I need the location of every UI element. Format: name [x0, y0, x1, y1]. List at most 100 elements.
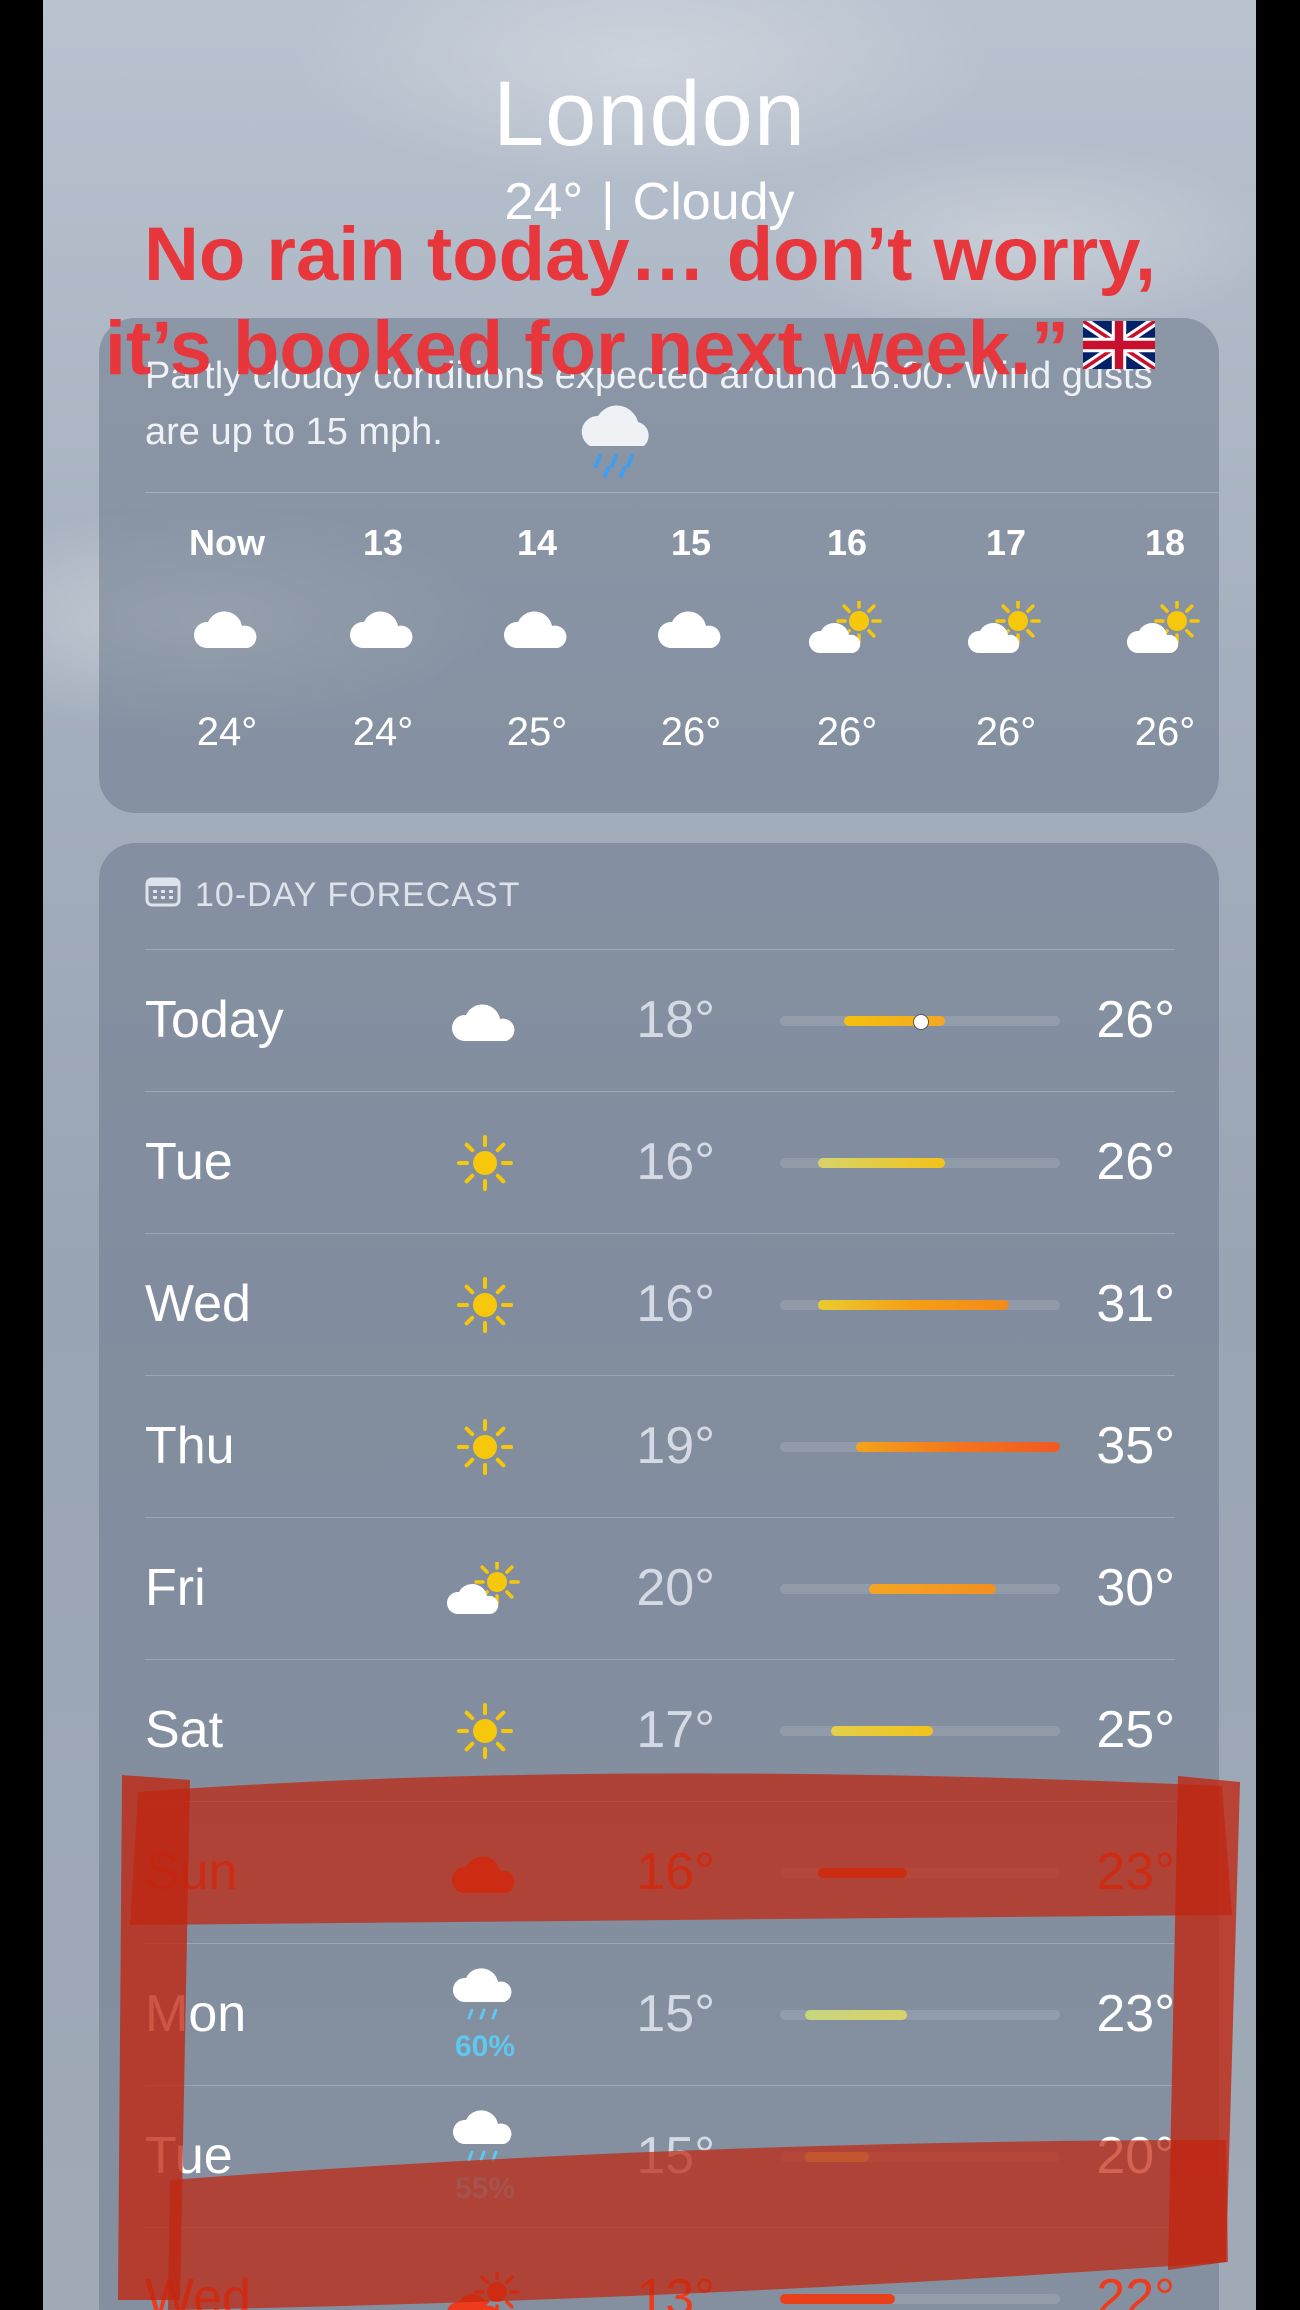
hourly-item: 17 26° — [941, 518, 1071, 755]
cloud-icon — [162, 568, 292, 688]
forecast-row[interactable]: Thu 19° 35° — [145, 1375, 1175, 1517]
temp-range-bar — [780, 2010, 1060, 2020]
low-temp: 17° — [636, 1701, 715, 1759]
temp-range-fill — [843, 1016, 946, 1026]
temp-range-fill — [805, 2010, 908, 2020]
partly-sunny-icon — [1100, 568, 1230, 688]
temp-range-fill — [780, 2294, 895, 2304]
forecast-day: Fri — [145, 1559, 206, 1617]
hour-temp: 24° — [352, 710, 414, 754]
sun-icon — [425, 1376, 545, 1517]
temp-range-fill — [869, 1584, 997, 1594]
sun-icon — [425, 1660, 545, 1801]
low-temp: 15° — [636, 1985, 715, 2043]
temp-range-bar — [780, 1442, 1060, 1452]
temp-range-bar — [780, 1726, 1060, 1736]
high-temp: 20° — [1096, 2127, 1175, 2185]
temp-range-bar — [780, 1300, 1060, 1310]
cloud-icon — [425, 1802, 545, 1943]
low-temp: 16° — [636, 1275, 715, 1333]
partly-sunny-icon — [782, 568, 912, 688]
hourly-item: 18 26° — [1100, 518, 1230, 755]
forecast-row[interactable]: Fri 20° 30° — [145, 1517, 1175, 1659]
temp-range-fill — [818, 1300, 1010, 1310]
low-temp: 16° — [636, 1133, 715, 1191]
forecast-row[interactable]: Wed 13° 22° — [145, 2227, 1175, 2310]
forecast-row[interactable]: Today 18° 26° — [145, 949, 1175, 1091]
hourly-item: 14 25° — [472, 518, 602, 755]
high-temp: 26° — [1096, 1133, 1175, 1191]
calendar-icon — [145, 875, 181, 916]
temp-range-bar — [780, 2152, 1060, 2162]
caption-line-1: No rain today… don’t worry, — [144, 212, 1156, 297]
forecast-row[interactable]: Tue 55% 15° 20° — [145, 2085, 1175, 2227]
temp-range-bar — [780, 1158, 1060, 1168]
hour-label: Now — [189, 522, 265, 563]
hourly-strip[interactable]: Now 24° 13 24° 14 25° 15 26° 16 26° 17 26° 18 26° — [99, 518, 1219, 798]
forecast-row[interactable]: Wed 16° 31° — [145, 1233, 1175, 1375]
high-temp: 23° — [1096, 1985, 1175, 2043]
hour-label: 15 — [670, 522, 712, 563]
forecast-row[interactable]: Sun 16° 23° — [145, 1801, 1175, 1943]
temp-range-fill — [805, 2152, 870, 2162]
precip-chance: 60% — [454, 2029, 516, 2063]
hour-label: 13 — [362, 522, 404, 563]
temp-range-fill — [830, 1726, 933, 1736]
hour-label: 14 — [516, 522, 558, 563]
rain-cloud-icon — [570, 402, 660, 487]
hour-temp: 26° — [975, 710, 1037, 754]
low-temp: 20° — [636, 1559, 715, 1617]
high-temp: 26° — [1096, 991, 1175, 1049]
rain-cloud-icon: 60% — [425, 1944, 545, 2085]
low-temp: 13° — [636, 2269, 715, 2310]
high-temp: 22° — [1096, 2269, 1175, 2310]
hour-temp: 24° — [196, 710, 258, 754]
forecast-day: Wed — [145, 1275, 251, 1333]
temp-range-bar — [780, 1014, 1060, 1030]
forecast-day: Thu — [145, 1417, 235, 1475]
forecast-day: Sat — [145, 1701, 224, 1759]
forecast-row[interactable]: Sat 17° 25° — [145, 1659, 1175, 1801]
hourly-item: 13 24° — [318, 518, 448, 755]
hourly-item: 16 26° — [782, 518, 912, 755]
uk-flag-icon — [1080, 297, 1158, 391]
high-temp: 25° — [1096, 1701, 1175, 1759]
high-temp: 30° — [1096, 1559, 1175, 1617]
hourly-item: 15 26° — [626, 518, 756, 755]
ten-day-forecast-card[interactable]: 10-DAY FORECAST Today 18° 26° Tue 16° 26° Wed 1… — [99, 843, 1219, 2310]
hour-temp: 26° — [816, 710, 878, 754]
hour-temp: 26° — [1134, 710, 1196, 754]
cloud-icon — [425, 950, 545, 1091]
forecast-day: Wed — [145, 2269, 251, 2310]
hour-label: 16 — [826, 522, 868, 563]
hour-label: 17 — [985, 522, 1027, 563]
low-temp: 15° — [636, 2127, 715, 2185]
cloud-icon — [318, 568, 448, 688]
low-temp: 16° — [636, 1843, 715, 1901]
forecast-row[interactable]: Tue 16° 26° — [145, 1091, 1175, 1233]
partly-sunny-icon — [941, 568, 1071, 688]
high-temp: 31° — [1096, 1275, 1175, 1333]
forecast-header-label: 10-DAY FORECAST — [195, 876, 521, 914]
high-temp: 23° — [1096, 1843, 1175, 1901]
hour-temp: 25° — [506, 710, 568, 754]
precip-chance: 55% — [454, 2171, 516, 2205]
temp-range-fill — [818, 1158, 946, 1168]
meme-caption: No rain today… don’t worry, it’s booked … — [0, 208, 1300, 401]
forecast-day: Tue — [145, 1133, 233, 1191]
hour-label: 18 — [1144, 522, 1186, 563]
cloud-icon — [626, 568, 756, 688]
temp-range-bar — [780, 1584, 1060, 1594]
rain-cloud-icon: 55% — [425, 2086, 545, 2227]
sun-icon — [425, 1234, 545, 1375]
caption-line-2: it’s booked for next week.” — [104, 306, 1070, 391]
hourly-divider — [145, 492, 1219, 493]
forecast-day: Sun — [145, 1843, 238, 1901]
high-temp: 35° — [1096, 1417, 1175, 1475]
forecast-header: 10-DAY FORECAST — [145, 875, 520, 916]
partly-sunny-icon — [425, 1518, 545, 1659]
temp-range-bar — [780, 2294, 1060, 2304]
hourly-item: Now 24° — [162, 518, 292, 755]
forecast-row[interactable]: Mon 60% 15° 23° — [145, 1943, 1175, 2085]
partly-sunny-icon — [425, 2228, 545, 2310]
